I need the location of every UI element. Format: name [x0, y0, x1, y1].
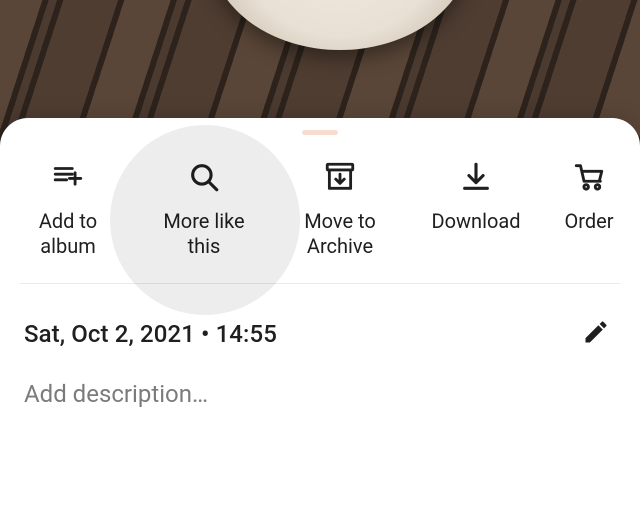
action-label: Download: [431, 209, 520, 234]
photo-datetime: Sat, Oct 2, 2021 • 14:55: [24, 320, 277, 348]
search-icon: [187, 159, 221, 195]
action-row: Add to album More like this Move to: [0, 135, 640, 279]
photo-subject: [210, 0, 470, 50]
archive-icon: [323, 159, 357, 195]
action-label: Move to Archive: [304, 209, 376, 259]
cart-icon: [572, 159, 606, 195]
action-label: Order: [564, 209, 613, 234]
move-to-archive-button[interactable]: Move to Archive: [272, 159, 408, 259]
action-label: More like this: [163, 209, 244, 259]
description-field[interactable]: Add description…: [0, 364, 640, 408]
download-icon: [459, 159, 493, 195]
bottom-sheet: Add to album More like this Move to: [0, 118, 640, 510]
action-label: Add to album: [39, 209, 97, 259]
order-button[interactable]: Order: [544, 159, 634, 259]
download-button[interactable]: Download: [408, 159, 544, 259]
playlist-add-icon: [51, 159, 85, 195]
add-to-album-button[interactable]: Add to album: [0, 159, 136, 259]
edit-datetime-button[interactable]: [576, 312, 616, 356]
more-like-this-button[interactable]: More like this: [136, 159, 272, 259]
pencil-icon: [582, 331, 610, 350]
meta-row: Sat, Oct 2, 2021 • 14:55: [0, 284, 640, 364]
